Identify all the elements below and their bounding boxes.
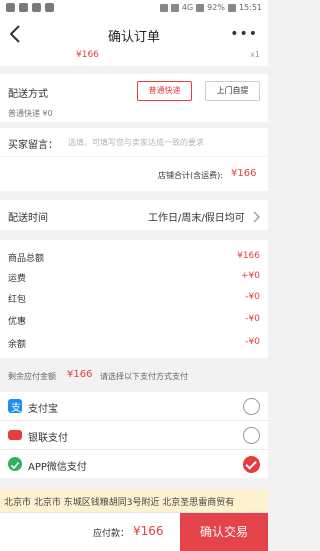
summary-section: 商品总额 ¥166 运费 +¥0 红包 -¥0 优惠 -¥0 余额 -¥0 [0, 240, 268, 358]
chevron-right-icon [252, 208, 260, 227]
discount-value: -¥0 [245, 314, 260, 324]
address-text: 北京市 北京市 东城区钱粮胡同3号附近 北京圣思雷商贸有 [4, 498, 235, 508]
status-icons: 4G 92% 15:51 [159, 3, 262, 12]
payment-option-alipay[interactable]: 支 支付宝 [0, 392, 268, 420]
delivery-section: 配送方式 普通快递 上门自提 普通快递 ¥0 [0, 74, 268, 122]
summary-balance: 余额 -¥0 [8, 337, 260, 353]
mute-icon [159, 3, 168, 12]
nav-header: 确认订单 ••• [0, 18, 268, 52]
network-label: 4G [181, 3, 194, 12]
freight-value: +¥0 [241, 271, 260, 281]
delivery-time-value: 工作日/周末/假日均可 [148, 213, 245, 224]
notification-icon [19, 3, 28, 12]
svg-text:支: 支 [11, 402, 21, 414]
pickup-option-button[interactable]: 上门自提 [205, 81, 260, 101]
delivery-time-label: 配送时间 [8, 213, 48, 224]
delivery-time-row[interactable]: 配送时间 工作日/周末/假日均可 [0, 200, 268, 230]
payment-option-unionpay[interactable]: 银联支付 [0, 421, 268, 449]
page-title: 确认订单 [107, 30, 160, 45]
unionpay-radio[interactable] [243, 427, 260, 444]
discount-label: 优惠 [8, 317, 27, 327]
summary-redpacket: 红包 -¥0 [8, 292, 260, 308]
payment-label: 银联支付 [28, 433, 68, 444]
express-option-button[interactable]: 普通快递 [137, 81, 192, 101]
battery-icon [227, 3, 236, 12]
alipay-icon: 支 [8, 399, 22, 414]
notification-icons [6, 3, 54, 12]
delivery-label: 配送方式 [8, 89, 48, 100]
redpacket-value: -¥0 [245, 292, 260, 302]
balance-value: -¥0 [245, 337, 260, 347]
freight-label: 运费 [8, 274, 27, 284]
payment-option-wechat[interactable]: APP微信支付 [0, 450, 268, 478]
summary-goods: 商品总额 ¥166 [8, 251, 260, 267]
wechat-radio-selected[interactable] [243, 456, 260, 473]
summary-freight: 运费 +¥0 [8, 271, 260, 287]
battery-label: 92% [207, 3, 225, 12]
wifi-icon [170, 3, 179, 12]
confirm-trade-button[interactable]: 确认交易 [180, 513, 268, 551]
shipping-hint: 普通快递 ¥0 [8, 109, 53, 118]
payable-row: 剩余应付金额 ¥166 请选择以下支付方式支付 [0, 366, 268, 384]
more-icon[interactable]: ••• [230, 26, 258, 42]
message-input[interactable]: 选填，可填写您与卖家达成一致的要求 [68, 137, 204, 148]
notification-icon [6, 3, 15, 12]
product-line: ¥166 x1 [0, 50, 268, 66]
alipay-radio[interactable] [243, 398, 260, 415]
product-qty: x1 [250, 50, 260, 59]
pay-value: ¥166 [133, 524, 164, 538]
pay-label: 应付款： [93, 529, 130, 539]
bottom-bar: 应付款： ¥166 确认交易 [0, 512, 268, 551]
message-section: 买家留言： 选填，可填写您与卖家达成一致的要求 [0, 128, 268, 156]
payment-label: APP微信支付 [28, 462, 87, 473]
payable-value: ¥166 [67, 369, 93, 380]
product-price: ¥166 [76, 50, 99, 60]
shop-total-label: 店铺合计(含运费): [158, 171, 223, 180]
status-bar: 4G 92% 15:51 [0, 0, 268, 18]
address-banner: 北京市 北京市 东城区钱粮胡同3号附近 北京圣思雷商贸有 [0, 490, 268, 512]
image-icon [45, 3, 54, 12]
summary-discount: 优惠 -¥0 [8, 314, 260, 330]
wechat-icon [8, 457, 22, 471]
goods-value: ¥166 [237, 251, 260, 261]
balance-label: 余额 [8, 340, 27, 350]
redpacket-label: 红包 [8, 295, 27, 305]
clock: 15:51 [238, 3, 262, 12]
message-label: 买家留言： [8, 140, 58, 151]
payment-label: 支付宝 [28, 404, 58, 415]
shop-total-row: 店铺合计(含运费): ¥166 [0, 157, 268, 191]
signal-icon [196, 3, 205, 12]
goods-label: 商品总额 [8, 254, 45, 264]
shop-total-value: ¥166 [231, 168, 257, 179]
payable-label: 剩余应付金额 [8, 372, 56, 381]
notification-icon [32, 3, 41, 12]
unionpay-icon [8, 430, 22, 440]
payable-hint: 请选择以下支付方式支付 [100, 372, 188, 381]
